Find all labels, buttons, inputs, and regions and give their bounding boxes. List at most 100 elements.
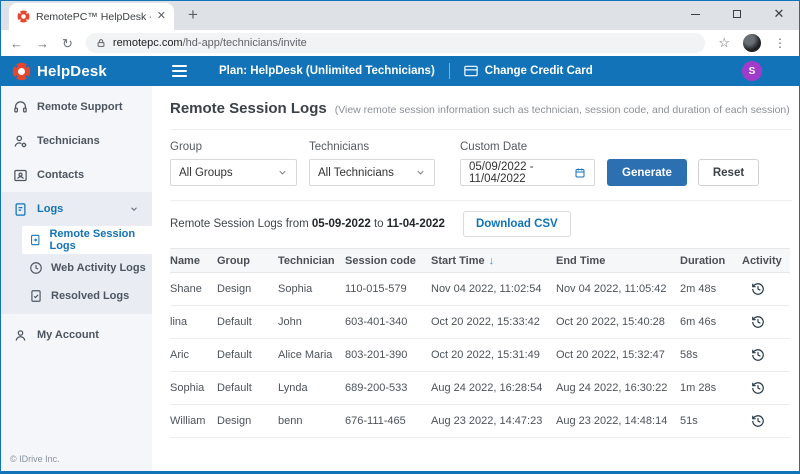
cell-start-time: Aug 24 2022, 16:28:54	[431, 382, 543, 394]
page-header: Remote Session Logs (View remote session…	[170, 86, 792, 130]
clock-icon	[30, 262, 42, 274]
to-date: 11-04-2022	[386, 218, 445, 230]
cell-end-time: Aug 23 2022, 14:48:14	[556, 415, 668, 427]
page-subtitle: (View remote session information such as…	[334, 104, 790, 116]
resolved-check-icon	[31, 290, 41, 302]
bookmark-star-icon[interactable]: ☆	[718, 35, 730, 51]
table-header-row: Name Group Technician Session code Start…	[170, 248, 790, 273]
session-logs-table: Name Group Technician Session code Start…	[170, 248, 790, 438]
lifebuoy-logo-icon	[12, 62, 31, 80]
custom-date-filter: Custom Date 05/09/2022 - 11/04/2022	[460, 141, 607, 186]
cell-group: Default	[217, 316, 252, 328]
cell-name: Sophia	[170, 382, 205, 394]
table-row: Aric Default Alice Maria 803-201-390 Oct…	[170, 339, 790, 372]
download-csv-button[interactable]: Download CSV	[462, 211, 571, 237]
plan-label: Plan: HelpDesk (Unlimited Technicians)	[219, 65, 435, 77]
cell-technician: John	[278, 316, 302, 328]
reload-icon[interactable]: ↻	[62, 37, 73, 50]
col-header-session-code[interactable]: Session code	[345, 255, 431, 267]
forward-icon[interactable]: →	[36, 37, 49, 50]
sidebar-item-logs[interactable]: Logs	[0, 192, 152, 226]
filters-bar: Group All Groups Technicians All Technic…	[170, 130, 792, 201]
cell-end-time: Aug 24 2022, 16:30:22	[556, 382, 668, 394]
back-icon[interactable]: ←	[10, 37, 23, 50]
cell-name: William	[170, 415, 206, 427]
browser-menu-icon[interactable]: ⋮	[774, 36, 786, 50]
table-row: Shane Design Sophia 110-015-579 Nov 04 2…	[170, 273, 790, 306]
url-path: /hd-app/technicians/invite	[182, 37, 307, 49]
cell-start-time: Oct 20 2022, 15:31:49	[431, 349, 540, 361]
new-tab-button[interactable]: +	[188, 5, 198, 25]
tab-close-icon[interactable]: ✕	[157, 11, 166, 22]
group-dropdown[interactable]: All Groups	[170, 159, 297, 186]
date-range-input[interactable]: 05/09/2022 - 11/04/2022	[460, 159, 595, 186]
col-header-group[interactable]: Group	[217, 255, 278, 267]
sidebar-label: Logs	[37, 203, 64, 215]
sidebar-item-remote-session-logs[interactable]: Remote Session Logs	[22, 226, 152, 254]
technicians-filter: Technicians All Technicians	[309, 141, 460, 186]
technicians-value: All Technicians	[318, 166, 394, 179]
col-header-technician[interactable]: Technician	[278, 255, 345, 267]
activity-history-icon[interactable]	[751, 381, 765, 395]
cell-group: Default	[217, 349, 252, 361]
sidebar-label: Technicians	[37, 135, 100, 147]
helpdesk-logo[interactable]: HelpDesk	[12, 62, 154, 81]
group-label: Group	[170, 141, 202, 153]
logs-document-icon	[15, 202, 26, 216]
chevron-down-icon	[417, 170, 424, 175]
sidebar-item-web-activity-logs[interactable]: Web Activity Logs	[0, 254, 152, 282]
page-title: Remote Session Logs	[170, 100, 327, 117]
activity-history-icon[interactable]	[751, 282, 765, 296]
table-row: lina Default John 603-401-340 Oct 20 202…	[170, 306, 790, 339]
sidebar: Remote Support Technicians Contacts Logs	[0, 86, 152, 471]
activity-history-icon[interactable]	[751, 315, 765, 329]
col-header-activity[interactable]: Activity	[742, 255, 790, 267]
tab-title: RemotePC™ HelpDesk - Remote	[36, 10, 151, 23]
cell-duration: 51s	[680, 415, 698, 427]
cell-session-code: 110-015-579	[345, 283, 407, 295]
col-header-end-time[interactable]: End Time	[556, 255, 680, 267]
technicians-label: Technicians	[309, 141, 370, 153]
brand-name: HelpDesk	[37, 62, 107, 80]
cell-technician: Lynda	[278, 382, 308, 394]
cell-duration: 1m 28s	[680, 382, 717, 394]
cell-session-code: 603-401-340	[345, 316, 408, 328]
col-header-start-time[interactable]: Start Time ↓	[431, 255, 556, 267]
app-header: HelpDesk Plan: HelpDesk (Unlimited Techn…	[0, 56, 800, 86]
cell-session-code: 803-201-390	[345, 349, 408, 361]
technicians-dropdown[interactable]: All Technicians	[309, 159, 435, 186]
cell-end-time: Oct 20 2022, 15:32:47	[556, 349, 665, 361]
cell-name: lina	[170, 316, 188, 328]
minimize-button[interactable]	[674, 1, 716, 27]
cell-group: Design	[217, 415, 252, 427]
reset-button[interactable]: Reset	[697, 159, 760, 186]
cell-technician: Alice Maria	[278, 349, 333, 361]
sidebar-item-remote-support[interactable]: Remote Support	[0, 90, 152, 124]
user-avatar[interactable]: S	[742, 61, 762, 81]
close-button[interactable]: ✕	[758, 1, 800, 27]
sidebar-label: Resolved Logs	[51, 290, 130, 302]
sidebar-item-technicians[interactable]: Technicians	[0, 124, 152, 158]
cell-name: Aric	[170, 349, 189, 361]
col-header-duration[interactable]: Duration	[680, 255, 742, 267]
sidebar-item-my-account[interactable]: My Account	[0, 318, 152, 352]
browser-tab[interactable]: RemotePC™ HelpDesk - Remote ✕	[9, 3, 174, 30]
activity-history-icon[interactable]	[751, 348, 765, 362]
generate-button[interactable]: Generate	[607, 159, 687, 186]
address-bar-actions: ☆ ⋮	[718, 34, 790, 52]
col-header-name[interactable]: Name	[170, 255, 217, 267]
hamburger-menu-icon[interactable]	[172, 65, 187, 77]
browser-profile-avatar[interactable]	[743, 34, 761, 52]
header-divider	[448, 63, 450, 79]
restore-button[interactable]	[716, 1, 758, 27]
browser-address-bar: ← → ↻ remotepc.com/hd-app/technicians/in…	[0, 30, 800, 56]
url-field[interactable]: remotepc.com/hd-app/technicians/invite	[85, 33, 706, 53]
activity-history-icon[interactable]	[751, 414, 765, 428]
cell-start-time: Oct 20 2022, 15:33:42	[431, 316, 540, 328]
sidebar-item-resolved-logs[interactable]: Resolved Logs	[0, 282, 152, 310]
sidebar-label: Web Activity Logs	[51, 262, 146, 274]
sort-descending-icon: ↓	[488, 254, 495, 267]
headset-icon	[14, 100, 27, 112]
change-credit-card-link[interactable]: Change Credit Card	[464, 65, 593, 77]
sidebar-item-contacts[interactable]: Contacts	[0, 158, 152, 192]
